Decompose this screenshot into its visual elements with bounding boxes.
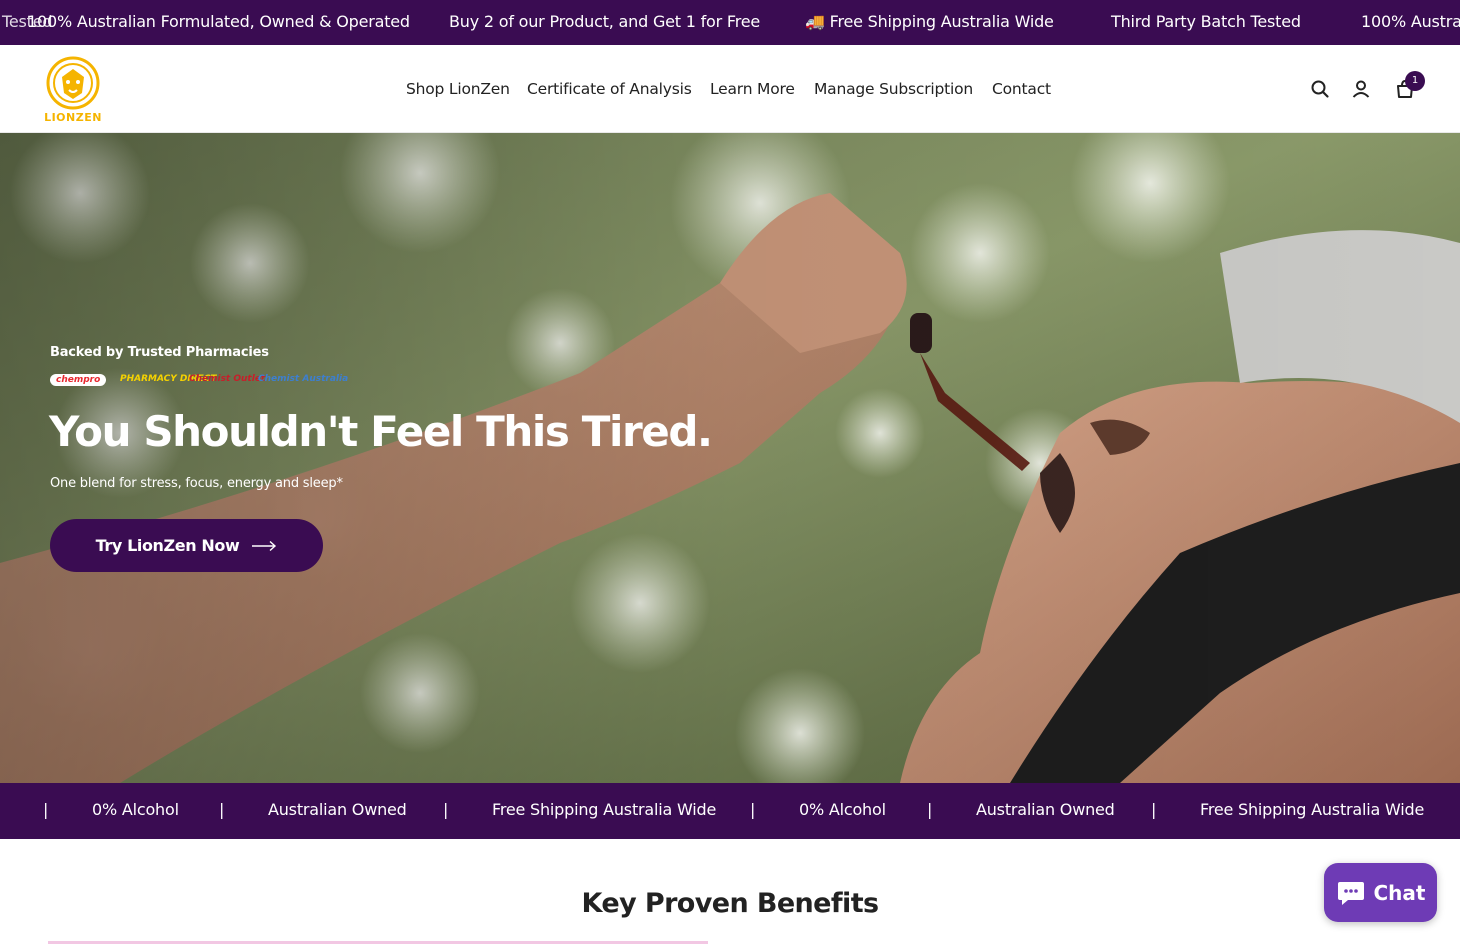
logo-wordmark: LIONZEN [44,111,102,124]
nav-link[interactable]: Contact [992,80,1051,98]
strip-separator: | [43,800,49,819]
nav-link[interactable]: Shop LionZen [406,80,510,98]
announcement-item: Buy 2 of our Product, and Get 1 for Free [449,12,761,31]
account-icon[interactable] [1350,78,1372,100]
arrow-right-icon [252,540,277,551]
nav-manage-subscription[interactable]: Manage Subscription [814,45,973,133]
strip-separator: | [750,800,756,819]
strip-separator: | [927,800,933,819]
announcement-item: 🚚 Free Shipping Australia Wide [805,12,1054,31]
search-icon[interactable] [1309,78,1331,100]
try-lionzen-button[interactable]: Try LionZen Now [50,519,323,572]
chat-bubble-icon [1337,881,1364,905]
backed-by-label: Backed by Trusted Pharmacies [50,345,269,360]
hero-photo [0,133,1460,783]
pharmacy-logo-chemist-outlet: Chemist Outlet [189,374,266,384]
strip-separator: | [1151,800,1157,819]
strip-item: 0% Alcohol [92,800,179,819]
strip-item: Free Shipping Australia Wide [492,800,717,819]
strip-item: Australian Owned [976,800,1115,819]
nav-link[interactable]: Certificate of Analysis [527,80,692,98]
hero-subline: One blend for stress, focus, energy and … [50,476,343,491]
cta-label: Try LionZen Now [95,536,240,555]
announcement-item: 100% Australian Formulated, Owned & Oper… [27,12,410,31]
pharmacy-logo-chemist-australia: Chemist Australia [258,374,349,384]
chat-button[interactable]: Chat [1324,863,1437,922]
strip-item: Australian Owned [268,800,407,819]
lionzen-logo[interactable]: LIONZEN [38,55,108,125]
lion-logo-icon [46,56,100,110]
announcement-bar: Tested 100% Australian Formulated, Owned… [0,0,1460,45]
strip-item: 0% Alcohol [799,800,886,819]
strip-separator: | [443,800,449,819]
features-strip: | 0% Alcohol | Australian Owned | Free S… [0,783,1460,839]
strip-separator: | [219,800,225,819]
nav-link[interactable]: Manage Subscription [814,80,973,98]
announcement-item: Third Party Batch Tested [1111,12,1301,31]
nav-learn-more[interactable]: Learn More [710,45,795,133]
benefits-heading: Key Proven Benefits [581,888,880,919]
hero-section: Backed by Trusted Pharmacies chempro PHA… [0,133,1460,783]
nav-contact[interactable]: Contact [992,45,1051,133]
nav-certificate-of-analysis[interactable]: Certificate of Analysis [527,45,692,133]
strip-item: Free Shipping Australia Wide [1200,800,1425,819]
announcement-item: 100% Australi [1361,12,1460,31]
hero-headline: You Shouldn't Feel This Tired. [49,407,713,456]
cart-count-badge: 1 [1405,71,1425,91]
nav-shop-lionzen[interactable]: Shop LionZen [406,45,510,133]
site-header: LIONZEN Shop LionZen Certificate of Anal… [0,45,1460,133]
chat-label: Chat [1373,880,1426,905]
nav-link[interactable]: Learn More [710,80,795,98]
pharmacy-logo-chempro: chempro [50,374,107,386]
